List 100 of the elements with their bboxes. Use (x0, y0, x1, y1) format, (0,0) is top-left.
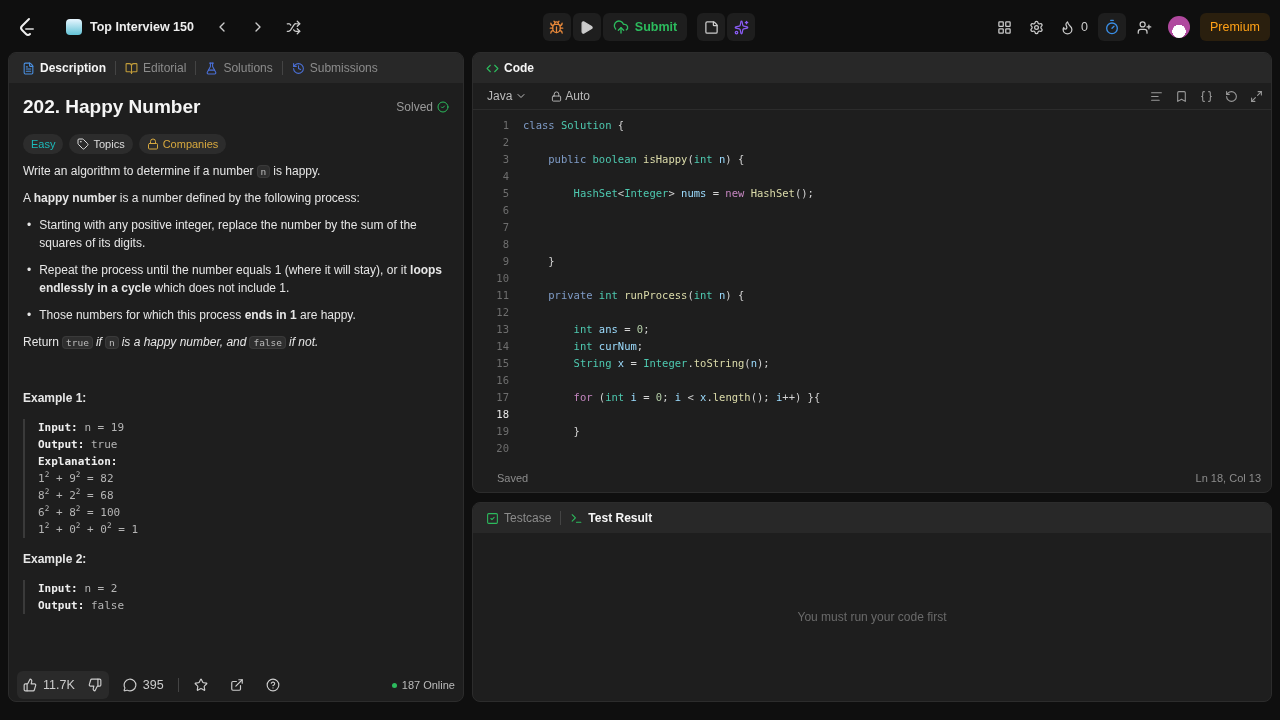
tab[interactable]: Editorial (120, 59, 192, 77)
language-select[interactable]: Java (481, 88, 534, 104)
example-line: Output: false (38, 598, 126, 614)
example-line: 6$^{2}$ + 8$^{2}$ = 100 (38, 504, 122, 521)
difficulty-tag[interactable]: Easy (23, 133, 64, 154)
solved-status: Solved (396, 99, 433, 117)
add-user-icon (1136, 19, 1152, 35)
code-line: int curNum; (572, 339, 644, 352)
thumbs-down-icon (87, 678, 102, 692)
check-circle-icon (437, 101, 449, 114)
checkbox-icon (486, 511, 499, 525)
grid-icon (996, 19, 1012, 35)
tab[interactable]: Solutions (200, 59, 278, 77)
lock-icon (146, 137, 159, 150)
cursor-position: Ln 18, Col 13 (1195, 472, 1261, 484)
comment-icon (122, 678, 137, 692)
history-icon (291, 61, 305, 75)
line-number: 17 (495, 390, 510, 403)
line-number: 13 (495, 322, 510, 335)
line-number: 9 (501, 254, 510, 267)
online-count: 187 Online (401, 679, 455, 691)
premium-button[interactable]: Premium (1200, 13, 1270, 41)
avatar[interactable] (1168, 16, 1190, 38)
line-number: 6 (501, 203, 510, 216)
code-line: HashSet<Integer> nums = new HashSet(); (572, 186, 814, 199)
settings-icon (1028, 19, 1044, 35)
play-icon (579, 19, 595, 35)
example-title: Example 2: (23, 551, 88, 568)
list-title[interactable]: Top Interview 150 (90, 20, 194, 34)
topics-tag[interactable]: Topics (69, 133, 133, 154)
companies-tag[interactable]: Companies (138, 133, 227, 154)
line-number: 20 (495, 441, 510, 454)
save-status: Saved (497, 472, 529, 484)
empty-message: You must run your code first (797, 610, 947, 624)
example-line: 8$^{2}$ + 2$^{2}$ = 68 (38, 487, 115, 504)
example-line: Input: n = 19 (38, 420, 126, 436)
tab[interactable]: Test Result (565, 509, 658, 527)
bug-icon (549, 19, 565, 35)
line-number: 2 (501, 135, 510, 148)
star-icon (193, 678, 208, 692)
bullet-text: Starting with any positive integer, replace the number by the sum of the squares of its digits. (39, 217, 418, 252)
list-icon[interactable] (66, 19, 82, 35)
braces-icon[interactable] (1200, 89, 1213, 103)
cloud-upload-icon (612, 19, 629, 35)
line-number: 5 (501, 186, 510, 199)
line-number: 1 (501, 118, 510, 131)
note-button[interactable] (697, 13, 726, 41)
code-line: String x = Integer.toString(n); (572, 356, 770, 369)
note-icon (703, 19, 719, 35)
sparkle-icon (733, 19, 749, 35)
tab[interactable]: Description (17, 59, 111, 77)
code-tab[interactable]: Code (481, 59, 539, 77)
example-line: 1$^{2}$ + 0$^{2}$ + 0$^{2}$ = 1 (38, 521, 140, 538)
debug-button[interactable] (542, 13, 571, 41)
code-line: private int runProcess(int n) { (547, 288, 745, 301)
tab[interactable]: Testcase (481, 509, 557, 527)
example-title: Example 1: (23, 390, 88, 407)
mode-toggle[interactable]: Auto (545, 88, 597, 104)
example-line: Input: n = 2 (38, 581, 119, 597)
bullet-marker: • (27, 262, 32, 279)
bullet-marker: • (27, 217, 32, 234)
terminal-icon (570, 511, 584, 525)
book-icon (125, 61, 138, 75)
line-number: 10 (495, 271, 510, 284)
paragraph: A happy number is a number defined by the following process: (23, 190, 361, 207)
line-number: 3 (501, 152, 510, 165)
paragraph: Return true if n is a happy number, and false if not. (23, 334, 320, 351)
bullet-text: Those numbers for which this process ends in 1 are happy. (39, 307, 356, 324)
sparkle-button[interactable] (727, 13, 756, 41)
paragraph: Write an algorithm to determine if a number n is happy. (23, 163, 322, 180)
run-button[interactable] (572, 13, 601, 41)
thumbs-up-icon (23, 678, 37, 692)
online-dot (391, 682, 397, 688)
line-number: 7 (501, 220, 510, 233)
timer-button[interactable] (1098, 13, 1126, 41)
bullet-text: Repeat the process until the number equals 1 (where it will stay), or it loops endlessly in a cycle which does not include 1. (39, 262, 444, 297)
example-line: 1$^{2}$ + 9$^{2}$ = 82 (38, 470, 115, 487)
code-line: public boolean isHappy(int n) { (547, 152, 745, 165)
bookmark-icon[interactable] (1175, 89, 1188, 103)
reset-icon[interactable] (1225, 89, 1238, 103)
expand-icon[interactable] (1250, 89, 1263, 103)
code-line: } (547, 254, 555, 267)
code-line: int ans = 0; (572, 322, 650, 335)
flask-icon (205, 61, 219, 75)
format-icon[interactable] (1150, 89, 1163, 103)
line-number: 18 (495, 407, 510, 420)
streak-button[interactable]: 0 (1054, 13, 1094, 41)
line-number: 15 (495, 356, 510, 369)
external-link-icon (229, 678, 244, 692)
help-icon (265, 678, 280, 692)
logo-icon[interactable] (18, 17, 36, 37)
example-line: Output: true (38, 437, 119, 453)
line-number: 8 (501, 237, 510, 250)
code-line: } (572, 424, 580, 437)
submit-button[interactable]: Submit (602, 13, 688, 41)
tab[interactable]: Submissions (286, 59, 383, 77)
stopwatch-icon (1104, 19, 1120, 35)
code-line: for (int i = 0; i < x.length(); i++) }{ (572, 390, 821, 403)
line-number: 19 (495, 424, 510, 437)
comments-button[interactable]: 395 (116, 671, 170, 699)
